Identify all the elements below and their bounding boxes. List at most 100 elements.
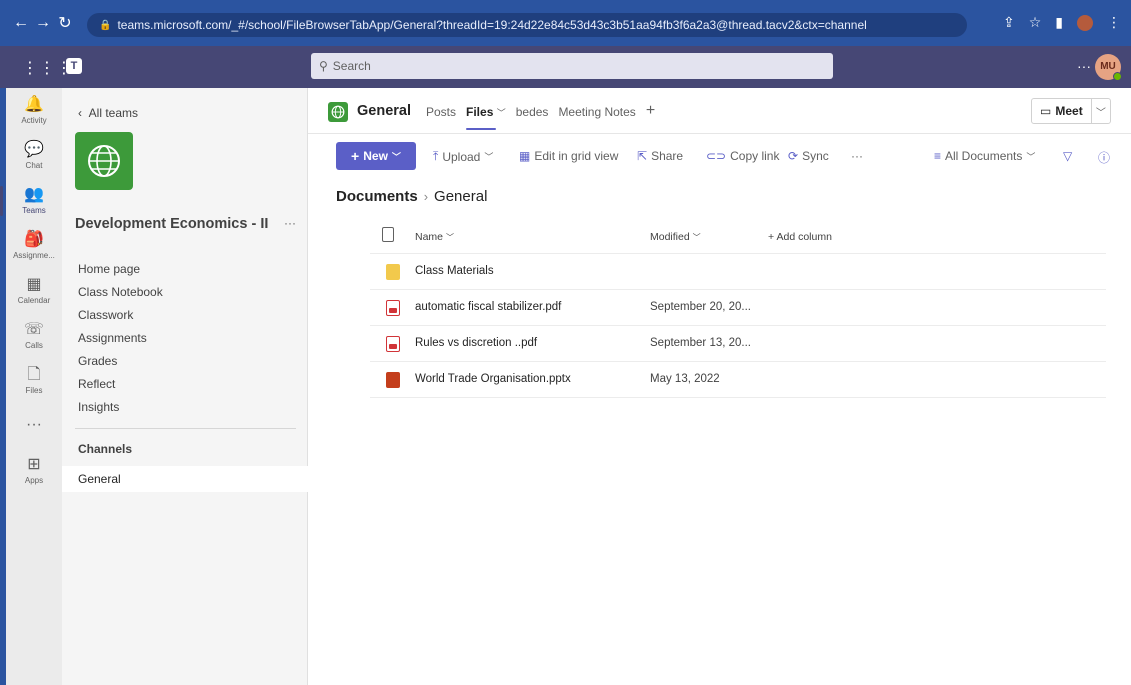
team-nav-class-notebook[interactable]: Class Notebook <box>78 281 163 304</box>
meet-dropdown-icon[interactable]: ﹀ <box>1092 104 1110 119</box>
chevron-left-icon: ‹ <box>78 106 82 120</box>
team-nav-home-page[interactable]: Home page <box>78 258 163 281</box>
team-nav-assignments[interactable]: Assignments <box>78 327 163 350</box>
address-bar[interactable]: 🔒 teams.microsoft.com/_#/school/FileBrow… <box>87 13 967 37</box>
pdf-icon <box>386 336 400 352</box>
file-type-icon <box>382 227 394 242</box>
chevron-down-icon: ﹀ <box>496 108 506 118</box>
breadcrumb-documents[interactable]: Documents <box>336 188 418 205</box>
rail-assignments[interactable]: 🎒 Assignme... <box>6 223 62 268</box>
file-modified: May 13, 2022 <box>650 373 720 385</box>
share-button[interactable]: ⇱ Share <box>637 149 683 163</box>
channel-general[interactable]: General <box>62 466 308 492</box>
rail-more[interactable]: ··· <box>6 403 62 448</box>
file-name[interactable]: World Trade Organisation.pptx <box>415 373 571 385</box>
presence-available-icon <box>1113 72 1122 81</box>
team-nav-insights[interactable]: Insights <box>78 396 163 419</box>
apps-grid-icon: ⊞ <box>27 456 41 473</box>
rail-activity[interactable]: 🔔 Activity <box>6 88 62 133</box>
rail-files[interactable]: 🗋 Files <box>6 358 62 403</box>
avatar[interactable]: MU <box>1095 54 1122 81</box>
side-panel-icon[interactable]: ▮ <box>1055 14 1063 31</box>
channel-tabs: Posts Files ﹀ bedes Meeting Notes + <box>426 103 655 130</box>
lock-icon: 🔒 <box>99 19 112 31</box>
tab-meeting-notes[interactable]: Meeting Notes <box>558 105 635 119</box>
add-tab-icon[interactable]: + <box>646 103 655 119</box>
powerpoint-icon <box>386 372 400 388</box>
file-modified: September 20, 20... <box>650 301 752 313</box>
new-button[interactable]: + New ﹀ <box>336 142 416 170</box>
rail-teams[interactable]: 👥 Teams <box>0 178 62 223</box>
sync-button[interactable]: ⟳ Sync <box>788 149 829 163</box>
team-nav-reflect[interactable]: Reflect <box>78 373 163 396</box>
back-arrow-icon[interactable]: ← <box>10 14 32 32</box>
rail-chat[interactable]: 💬 Chat <box>6 133 62 178</box>
file-name[interactable]: automatic fiscal stabilizer.pdf <box>415 301 561 313</box>
share-page-icon[interactable]: ⇪ <box>1003 14 1015 31</box>
rail-calls[interactable]: ☏ Calls <box>6 313 62 358</box>
teams-logo-icon: T <box>66 58 82 74</box>
divider <box>75 428 296 429</box>
team-name: Development Economics - II <box>75 216 269 232</box>
tab-files[interactable]: Files ﹀ <box>466 105 506 130</box>
chat-icon: 💬 <box>24 141 44 158</box>
info-icon[interactable]: ⓘ <box>1098 149 1110 166</box>
table-row[interactable]: automatic fiscal stabilizer.pdf Septembe… <box>370 290 1106 326</box>
team-nav-grades[interactable]: Grades <box>78 350 163 373</box>
table-row[interactable]: Class Materials <box>370 254 1106 290</box>
browser-menu-icon[interactable]: ⋮ <box>1107 14 1121 31</box>
bookmark-star-icon[interactable]: ☆ <box>1029 14 1042 31</box>
chevron-down-icon: ﹀ <box>1026 151 1036 162</box>
upload-button[interactable]: ⤒ Upload ﹀ <box>433 149 493 164</box>
tab-bedes[interactable]: bedes <box>516 105 549 119</box>
channels-heading: Channels <box>78 442 133 456</box>
teams-icon: 👥 <box>24 186 44 203</box>
rail-apps[interactable]: ⊞ Apps <box>6 448 62 493</box>
all-teams-link[interactable]: ‹ All teams <box>78 106 138 120</box>
chevron-down-icon: ﹀ <box>445 233 454 242</box>
search-input[interactable]: ⚲ Search <box>311 53 833 79</box>
chevron-down-icon: ﹀ <box>692 233 701 242</box>
meet-button[interactable]: ▭ Meet ﹀ <box>1031 98 1111 124</box>
team-nav-classwork[interactable]: Classwork <box>78 304 163 327</box>
tab-posts[interactable]: Posts <box>426 105 456 119</box>
bell-icon: 🔔 <box>24 96 44 113</box>
forward-arrow-icon[interactable]: → <box>32 14 54 32</box>
more-options-icon[interactable]: ··· <box>1077 58 1091 74</box>
calendar-icon: ▦ <box>26 276 42 293</box>
edit-grid-view-button[interactable]: ▦ Edit in grid view <box>519 149 618 163</box>
profile-icon[interactable] <box>1077 14 1093 31</box>
sync-icon: ⟳ <box>788 149 799 163</box>
reload-icon[interactable]: ↻ <box>54 13 76 33</box>
browser-toolbar: ← → ↻ 🔒 teams.microsoft.com/_#/school/Fi… <box>0 0 1131 46</box>
table-row[interactable]: Rules vs discretion ..pdf September 13, … <box>370 326 1106 362</box>
pdf-icon <box>386 300 400 316</box>
column-modified[interactable]: Modified ﹀ <box>650 231 701 243</box>
copy-link-button[interactable]: ⊂⊃ Copy link <box>706 149 779 163</box>
plus-icon: + <box>351 148 360 164</box>
table-row[interactable]: World Trade Organisation.pptx May 13, 20… <box>370 362 1106 398</box>
search-placeholder: Search <box>332 59 371 73</box>
view-list-icon: ≡ <box>934 149 942 163</box>
chevron-down-icon: ﹀ <box>391 151 401 162</box>
channel-header: General Posts Files ﹀ bedes Meeting Note… <box>308 88 1131 134</box>
file-name[interactable]: Rules vs discretion ..pdf <box>415 337 537 349</box>
view-selector[interactable]: ≡ All Documents ﹀ <box>934 149 1035 163</box>
add-column-button[interactable]: + Add column <box>768 231 832 243</box>
team-more-options-icon[interactable]: ··· <box>284 216 296 230</box>
search-icon: ⚲ <box>319 59 328 73</box>
breadcrumb-current: General <box>434 188 488 205</box>
column-name[interactable]: Name ﹀ <box>415 231 454 243</box>
filter-icon[interactable]: ▽ <box>1063 149 1072 163</box>
rail-calendar[interactable]: ▦ Calendar <box>6 268 62 313</box>
files-toolbar: + New ﹀ ⤒ Upload ﹀ ▦ Edit in grid view ⇱ Sha… <box>308 142 1131 170</box>
link-icon: ⊂⊃ <box>706 149 727 163</box>
team-sidebar: ‹ All teams Development Economics - II ·… <box>62 88 308 685</box>
grid-icon: ▦ <box>519 149 531 163</box>
channel-globe-icon <box>328 102 348 122</box>
file-name[interactable]: Class Materials <box>415 265 494 277</box>
team-nav: Home page Class Notebook Classwork Assig… <box>78 258 163 419</box>
toolbar-more-icon[interactable]: ··· <box>851 149 863 163</box>
globe-icon <box>88 145 120 177</box>
file-icon: 🗋 <box>27 366 41 383</box>
